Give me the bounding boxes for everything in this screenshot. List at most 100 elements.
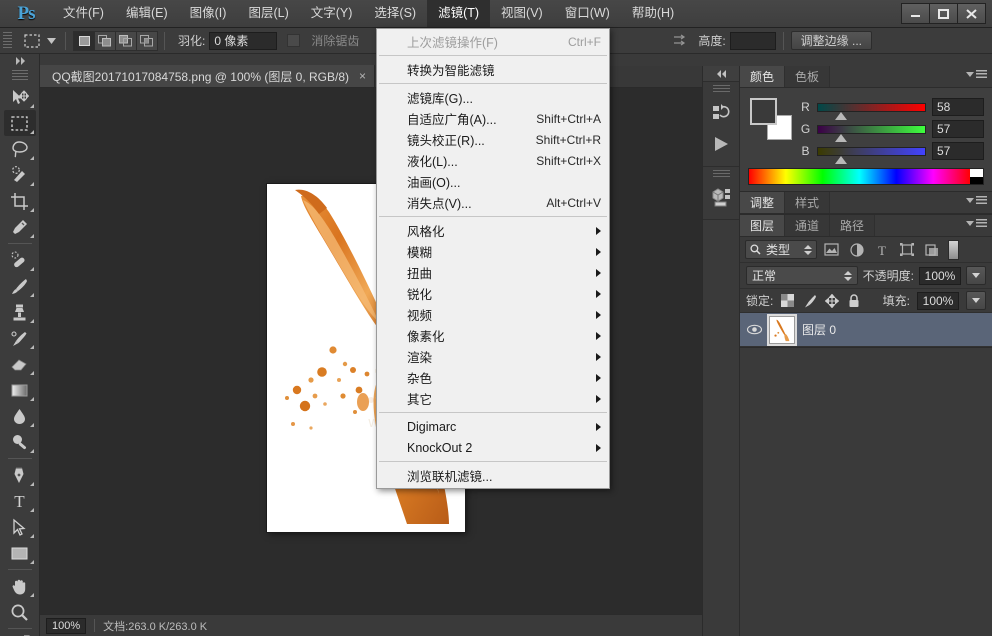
menu-item-liquify[interactable]: 液化(L)... Shift+Ctrl+X xyxy=(377,150,609,171)
minimize-button[interactable] xyxy=(901,3,930,24)
menu-item-video[interactable]: 视频 xyxy=(377,304,609,325)
menu-edit[interactable]: 编辑(E) xyxy=(115,0,179,27)
table-row[interactable]: 图层 0 xyxy=(740,313,992,347)
spot-healing-brush-tool[interactable] xyxy=(4,247,36,273)
layers-panel-menu-button[interactable] xyxy=(966,219,987,228)
close-icon[interactable]: × xyxy=(357,69,368,83)
tab-styles[interactable]: 样式 xyxy=(785,192,831,213)
collapse-panels-button[interactable] xyxy=(703,66,739,82)
crop-tool[interactable] xyxy=(4,188,36,214)
fill-value-field[interactable]: 100% xyxy=(917,291,959,310)
pixel-layers-filter-icon[interactable] xyxy=(821,240,842,260)
green-value-field[interactable]: 57 xyxy=(932,120,984,138)
smart-object-filter-icon[interactable] xyxy=(921,240,942,260)
blur-tool[interactable] xyxy=(4,403,36,429)
pen-tool[interactable] xyxy=(4,462,36,488)
menu-image[interactable]: 图像(I) xyxy=(179,0,238,27)
close-button[interactable] xyxy=(957,3,986,24)
eyedropper-tool[interactable] xyxy=(4,214,36,240)
spectrum-bar[interactable] xyxy=(749,169,970,184)
tab-swatches[interactable]: 色板 xyxy=(785,66,831,87)
refine-edge-button[interactable]: 调整边缘 ... xyxy=(790,31,872,50)
foreground-color-swatch[interactable] xyxy=(750,98,777,125)
menu-view[interactable]: 视图(V) xyxy=(490,0,554,27)
blue-slider-track[interactable] xyxy=(817,146,926,164)
layer-filter-kind-select[interactable]: 类型 xyxy=(745,240,817,259)
rail-grip-2[interactable] xyxy=(712,170,730,179)
rail-grip-1[interactable] xyxy=(712,85,730,94)
menu-window[interactable]: 窗口(W) xyxy=(554,0,621,27)
menu-item-last-filter[interactable]: 上次滤镜操作(F) Ctrl+F xyxy=(377,31,609,52)
move-tool[interactable] xyxy=(4,84,36,110)
brush-tool[interactable] xyxy=(4,273,36,299)
layer-filter-toggle[interactable] xyxy=(948,239,959,260)
menu-item-oil-paint[interactable]: 油画(O)... xyxy=(377,171,609,192)
shape-layers-filter-icon[interactable] xyxy=(896,240,917,260)
menu-layer[interactable]: 图层(L) xyxy=(237,0,299,27)
blue-value-field[interactable]: 57 xyxy=(932,142,984,160)
menu-file[interactable]: 文件(F) xyxy=(52,0,115,27)
menu-item-lens-correction[interactable]: 镜头校正(R)... Shift+Ctrl+R xyxy=(377,129,609,150)
menu-item-blur[interactable]: 模糊 xyxy=(377,241,609,262)
zoom-level-field[interactable]: 100% xyxy=(46,617,87,634)
document-tab[interactable]: QQ截图20171017084758.png @ 100% (图层 0, RGB… xyxy=(40,65,376,87)
horizontal-type-tool[interactable]: T xyxy=(4,488,36,514)
blend-mode-stepper[interactable] xyxy=(843,270,852,281)
red-value-field[interactable]: 58 xyxy=(932,98,984,116)
zoom-tool[interactable] xyxy=(4,599,36,625)
menu-type[interactable]: 文字(Y) xyxy=(300,0,364,27)
intersect-selection-button[interactable] xyxy=(136,30,158,51)
rectangular-marquee-tool[interactable] xyxy=(3,110,36,136)
menu-item-adaptive-wide-angle[interactable]: 自适应广角(A)... Shift+Ctrl+A xyxy=(377,108,609,129)
3d-panel-icon[interactable] xyxy=(706,182,736,212)
green-slider-thumb[interactable] xyxy=(835,133,848,142)
menu-help[interactable]: 帮助(H) xyxy=(621,0,685,27)
menu-filter[interactable]: 滤镜(T) xyxy=(427,0,491,27)
rectangle-tool[interactable] xyxy=(4,540,36,566)
tab-adjustments[interactable]: 调整 xyxy=(740,192,786,213)
height-swap-icon[interactable] xyxy=(668,31,692,51)
new-selection-button[interactable] xyxy=(73,30,95,51)
lasso-tool[interactable] xyxy=(4,136,36,162)
add-to-selection-button[interactable] xyxy=(94,30,116,51)
lock-position-icon[interactable] xyxy=(824,293,839,309)
opacity-dropdown-button[interactable] xyxy=(966,266,986,285)
tab-layers[interactable]: 图层 xyxy=(740,215,786,236)
maximize-button[interactable] xyxy=(929,3,958,24)
subtract-from-selection-button[interactable] xyxy=(115,30,137,51)
spectrum-white-black[interactable] xyxy=(970,169,983,184)
layer-thumbnail[interactable] xyxy=(767,313,797,346)
feather-input[interactable]: 0 像素 xyxy=(209,31,278,50)
tab-color[interactable]: 颜色 xyxy=(740,66,786,87)
menu-item-other[interactable]: 其它 xyxy=(377,388,609,409)
menu-select[interactable]: 选择(S) xyxy=(363,0,427,27)
menu-item-convert-smart-filter[interactable]: 转换为智能滤镜 xyxy=(377,59,609,80)
color-swatches[interactable] xyxy=(750,98,792,140)
lock-all-icon[interactable] xyxy=(846,293,861,309)
blend-mode-select[interactable]: 正常 xyxy=(746,266,858,285)
path-selection-tool[interactable] xyxy=(4,514,36,540)
layer-filter-stepper[interactable] xyxy=(804,244,812,255)
marquee-tool-icon[interactable] xyxy=(20,31,44,51)
quick-selection-tool[interactable] xyxy=(4,162,36,188)
blue-slider-thumb[interactable] xyxy=(835,155,848,164)
menu-item-vanishing-point[interactable]: 消失点(V)... Alt+Ctrl+V xyxy=(377,192,609,213)
menu-item-pixelate[interactable]: 像素化 xyxy=(377,325,609,346)
eraser-tool[interactable] xyxy=(4,351,36,377)
menu-item-sharpen[interactable]: 锐化 xyxy=(377,283,609,304)
layer-visibility-eye-icon[interactable] xyxy=(746,324,762,335)
actions-panel-icon[interactable] xyxy=(706,129,736,159)
opacity-value-field[interactable]: 100% xyxy=(919,266,961,285)
red-slider-track[interactable] xyxy=(817,102,926,120)
menu-item-filter-gallery[interactable]: 滤镜库(G)... xyxy=(377,87,609,108)
menu-item-noise[interactable]: 杂色 xyxy=(377,367,609,388)
tools-collapse-button[interactable] xyxy=(0,54,39,68)
tab-paths[interactable]: 路径 xyxy=(830,215,876,236)
height-input[interactable] xyxy=(729,31,776,50)
fill-dropdown-button[interactable] xyxy=(966,291,986,310)
color-panel-menu-button[interactable] xyxy=(966,70,987,79)
menu-item-render[interactable]: 渲染 xyxy=(377,346,609,367)
menu-item-knockout-2[interactable]: KnockOut 2 xyxy=(377,437,609,458)
tools-panel-grip[interactable] xyxy=(11,70,28,80)
history-panel-icon[interactable] xyxy=(706,97,736,127)
